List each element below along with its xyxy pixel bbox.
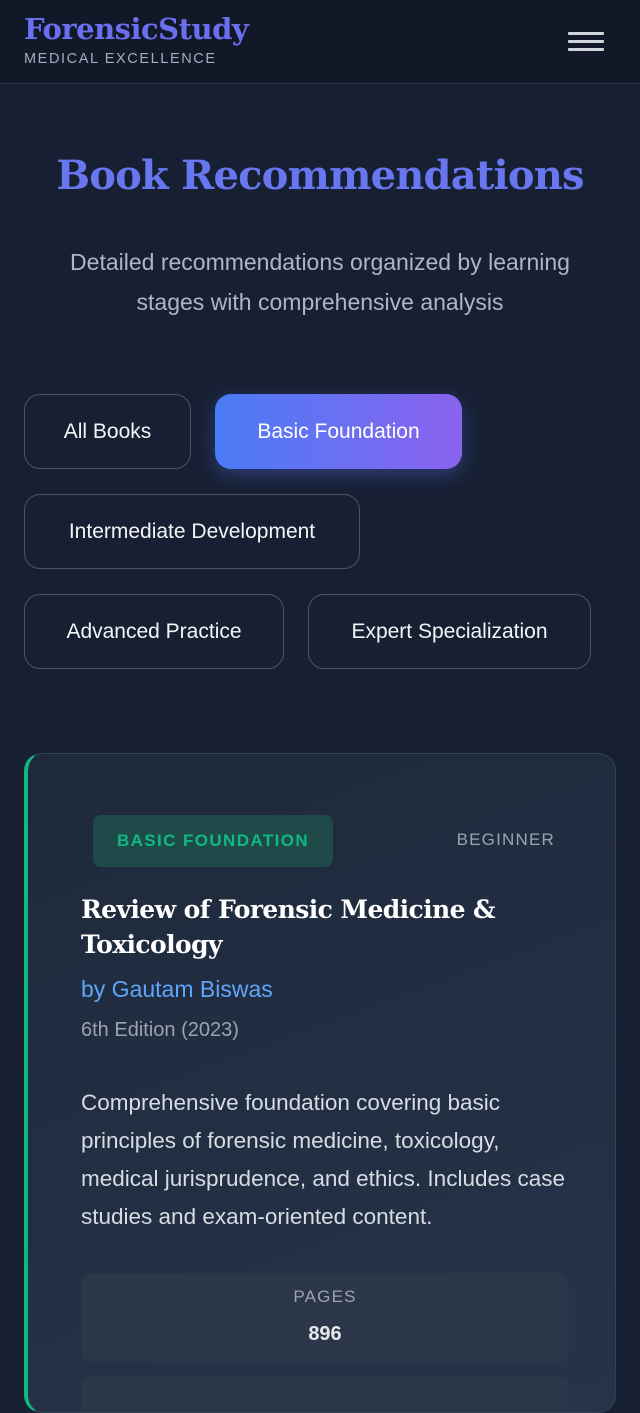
page-title: Book Recommendations [56, 152, 584, 199]
filter-expert-specialization[interactable]: Expert Specialization [308, 594, 591, 669]
filter-basic-foundation[interactable]: Basic Foundation [215, 394, 462, 469]
filter-all-books[interactable]: All Books [24, 394, 191, 469]
filter-advanced-practice[interactable]: Advanced Practice [24, 594, 284, 669]
page-subtitle: Detailed recommendations organized by le… [70, 249, 570, 315]
book-card[interactable]: BASIC FOUNDATION BEGINNER Review of Fore… [24, 753, 616, 1413]
book-description: Comprehensive foundation covering basic … [81, 1090, 566, 1229]
stat-pages: PAGES 896 [81, 1273, 569, 1363]
stat-value: 896 [308, 1323, 342, 1345]
stat-label: PAGES [293, 1287, 357, 1306]
book-author: by Gautam Biswas [81, 976, 273, 1002]
filter-intermediate-development[interactable]: Intermediate Development [24, 494, 360, 569]
book-title[interactable]: Review of Forensic Medicine & Toxicology [81, 892, 561, 962]
book-edition: 6th Edition (2023) [81, 1019, 239, 1041]
site-header: ForensicStudy MEDICAL EXCELLENCE [0, 0, 640, 84]
brand-tagline: MEDICAL EXCELLENCE [24, 51, 217, 67]
difficulty-badge: BEGINNER [456, 830, 555, 849]
brand-logo-text[interactable]: ForensicStudy [24, 12, 249, 46]
stat-next [81, 1376, 569, 1412]
hamburger-menu-icon[interactable] [562, 26, 610, 58]
level-badge: BASIC FOUNDATION [93, 815, 333, 867]
